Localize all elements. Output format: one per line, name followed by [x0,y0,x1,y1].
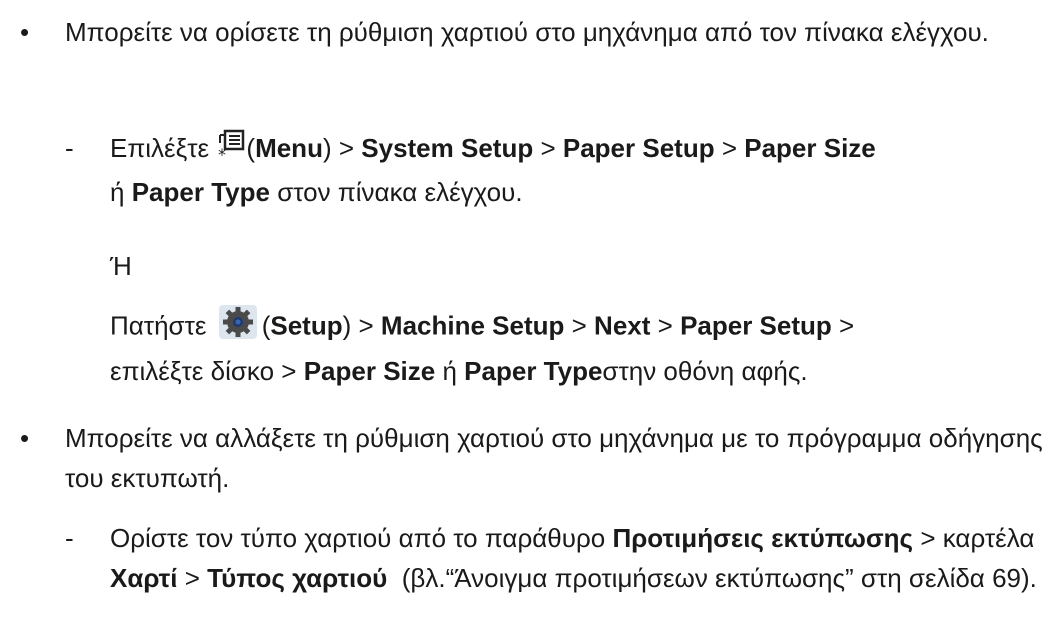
arrow: > [540,133,556,163]
printing-preferences-label: Προτιμήσεις εκτύπωσης [612,523,914,553]
arrow: > [920,523,936,553]
page-reference: (βλ.“Άνοιγμα προτιμήσεων εκτύπωσης” στη … [401,563,1037,593]
path-next: Next [594,310,651,341]
path-paper-size: Paper Size [303,356,436,386]
paper-tab-label: Χαρτί [110,563,178,593]
path-paper-size: Paper Size [744,133,876,163]
path-machine-setup: Machine Setup [380,310,565,341]
setup-label: Setup [270,310,343,341]
or-separator: Ή [110,251,132,281]
touch-step: Πατήστε (Setup) > Machine Setup > Next >… [110,304,1060,391]
path-paper-setup: Paper Setup [680,310,832,341]
arrow: > [338,133,355,163]
arrow: > [571,310,587,341]
or-word: ή [110,176,125,207]
path-paper-type: Paper Type [464,356,603,386]
tray-text: επιλέξτε δίσκο [110,356,275,386]
driver-prefix: Ορίστε τον τύπο χαρτιού από το παράθυρο [110,523,606,553]
dash-marker: - [65,133,74,163]
touch-suffix: στην οθόνη αφής. [602,356,808,386]
arrow: > [184,563,200,593]
menu-icon: * [216,129,246,172]
dash-marker: - [65,523,74,553]
path-system-setup: System Setup [361,133,534,163]
or-word: ή [442,356,457,386]
bullet-2-text: Μπορείτε να αλλάξετε τη ρύθμιση χαρτιού … [65,423,1043,493]
setup-gear-icon [218,304,258,351]
svg-text:*: * [218,145,226,161]
arrow: > [657,310,673,341]
panel-prefix: Επιλέξτε [110,133,210,163]
bullet-marker: • [20,17,30,47]
panel-suffix: στον πίνακα ελέγχου. [277,176,523,207]
arrow: > [721,133,738,163]
panel-step: Επιλέξτε * (Menu) > System Setup > Paper… [110,128,1060,212]
arrow: > [281,356,297,386]
path-paper-setup: Paper Setup [562,133,715,163]
menu-label: Menu [255,133,323,163]
arrow: > [839,310,855,341]
bullet-marker: • [20,423,30,453]
touch-prefix: Πατήστε [110,310,207,341]
bullet-1-text: Μπορείτε να ορίσετε τη ρύθμιση χαρτιού σ… [65,17,989,47]
driver-step: Ορίστε τον τύπο χαρτιού από το παράθυρο … [110,518,1060,598]
arrow: > [358,310,374,341]
path-paper-type: Paper Type [131,176,270,207]
paper-type-label: Τύπος χαρτιού [207,563,388,593]
tab-word: καρτέλα [942,523,1035,553]
